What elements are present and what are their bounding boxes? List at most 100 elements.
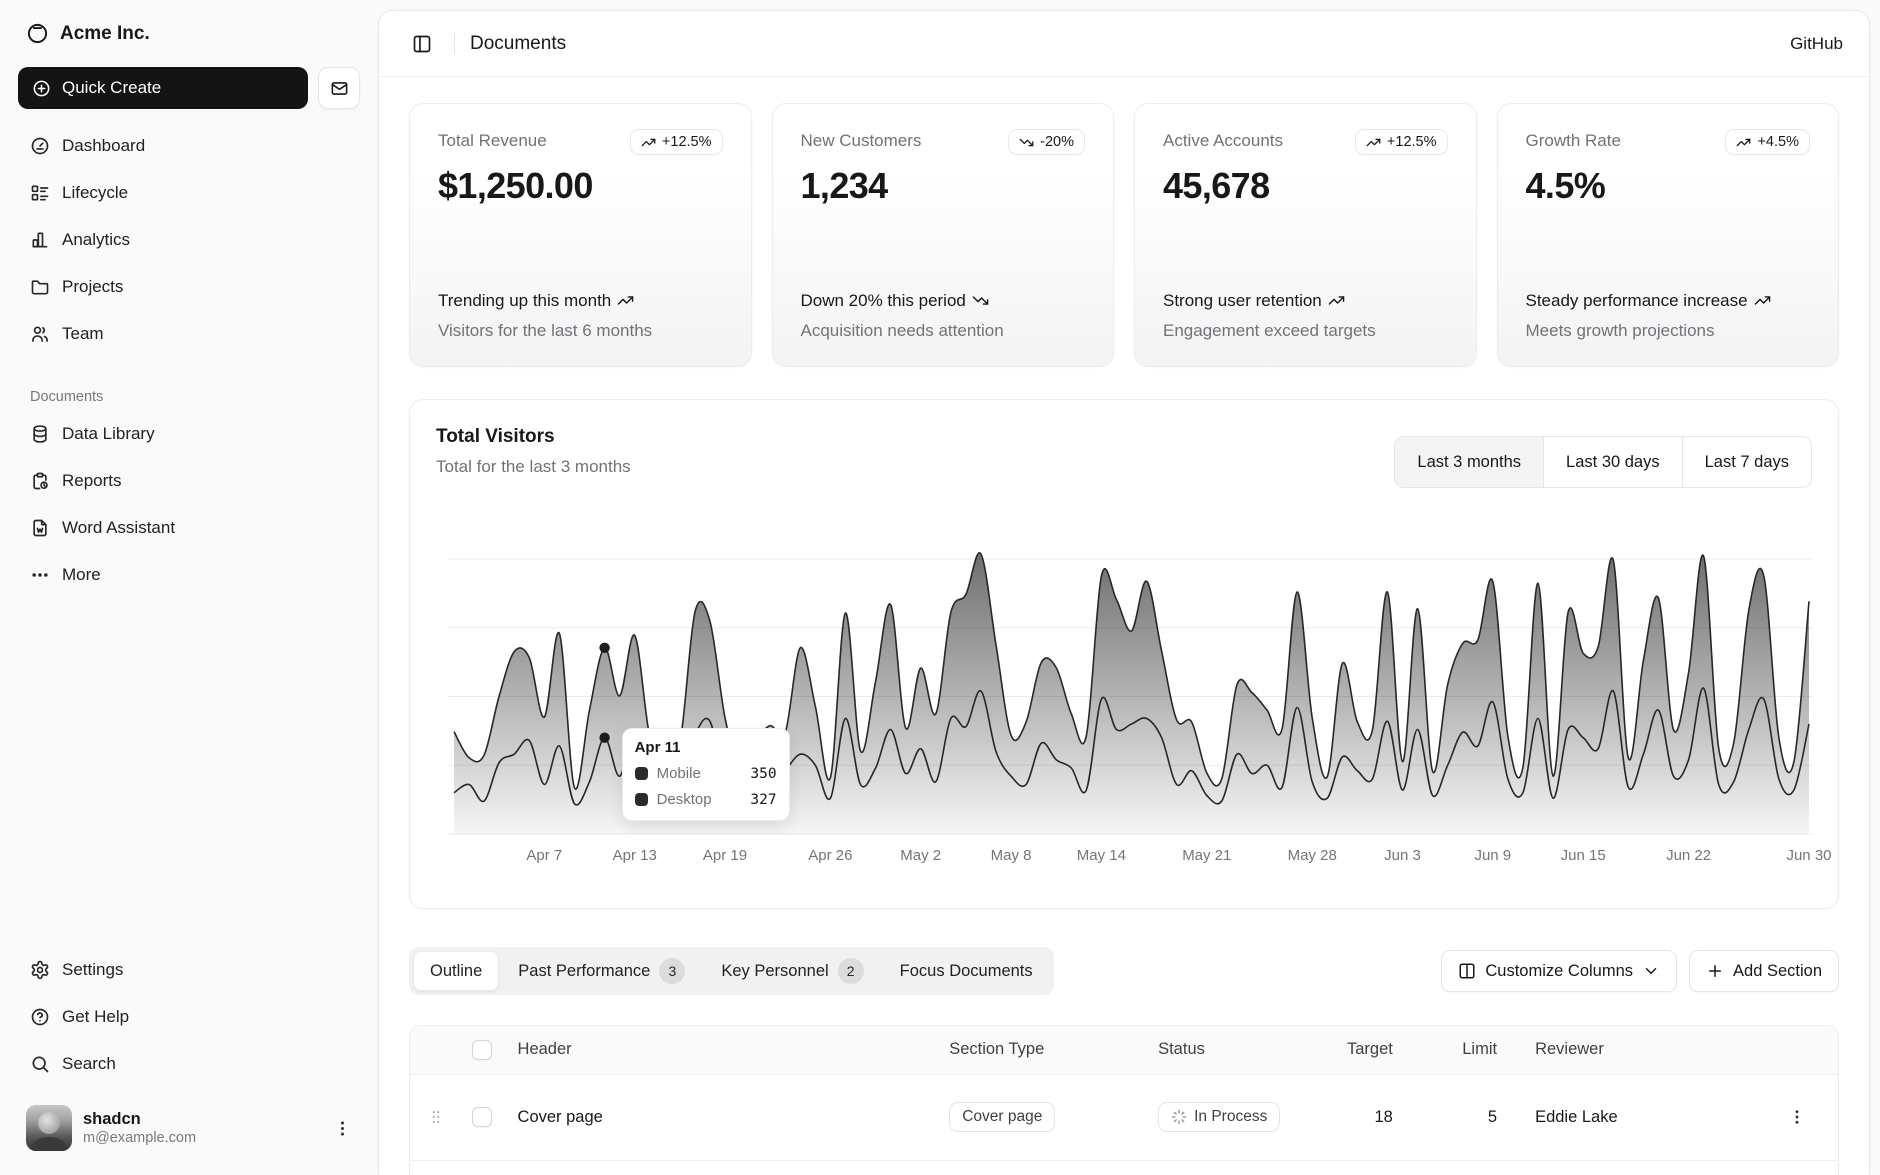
ellipsis-icon: [30, 565, 50, 585]
help-circle-icon: [30, 1007, 50, 1027]
sidebar-item-data-library[interactable]: Data Library: [18, 415, 360, 453]
svg-text:Jun 30: Jun 30: [1786, 847, 1831, 864]
tab-count-badge: 2: [838, 958, 864, 984]
svg-text:Apr 7: Apr 7: [526, 847, 562, 864]
main-panel: Documents GitHub Total Revenue +12.5% $1…: [378, 10, 1870, 1175]
row-checkbox[interactable]: [472, 1107, 492, 1127]
chart-tooltip: Apr 11 Mobile 350 Desktop 327: [622, 728, 790, 821]
desktop-series-swatch: [635, 793, 648, 806]
trend-badge: +12.5%: [1355, 129, 1448, 155]
cell-reviewer[interactable]: Eddie Lake: [1525, 1074, 1771, 1160]
main-content: Total Revenue +12.5% $1,250.00 Trending …: [379, 77, 1869, 1175]
stat-card-new-customers: New Customers -20% 1,234 Down 20% this p…: [772, 103, 1115, 367]
drag-handle-icon[interactable]: [420, 1108, 452, 1126]
main-header: Documents GitHub: [379, 11, 1869, 77]
brand-logo-icon: [26, 22, 49, 45]
stat-value: $1,250.00: [438, 165, 723, 207]
avatar: [26, 1105, 72, 1151]
gear-icon: [30, 960, 50, 980]
stat-card-growth-rate: Growth Rate +4.5% 4.5% Steady performanc…: [1497, 103, 1840, 367]
user-name: shadcn: [83, 1110, 196, 1129]
trending-down-icon: [1019, 135, 1034, 150]
page-title: Documents: [470, 33, 566, 55]
sidebar-item-reports[interactable]: Reports: [18, 462, 360, 500]
sidebar-nav-main: Dashboard Lifecycle Analytics Projects T…: [16, 127, 362, 353]
select-all-checkbox[interactable]: [472, 1040, 492, 1060]
trend-badge: +12.5%: [630, 129, 723, 155]
mail-icon: [330, 79, 349, 98]
area-chart[interactable]: Apr 7Apr 13Apr 19Apr 26May 2May 8May 14M…: [436, 548, 1812, 868]
tooltip-row-mobile: Mobile 350: [635, 765, 777, 782]
svg-text:Jun 15: Jun 15: [1561, 847, 1606, 864]
brand-name: Acme Inc.: [60, 23, 150, 45]
add-section-button[interactable]: Add Section: [1689, 950, 1839, 992]
svg-text:Jun 9: Jun 9: [1474, 847, 1511, 864]
trending-up-icon: [1366, 135, 1381, 150]
sidebar-item-lifecycle[interactable]: Lifecycle: [18, 174, 360, 212]
svg-text:Jun 3: Jun 3: [1384, 847, 1421, 864]
cell-target[interactable]: 18: [1337, 1074, 1421, 1160]
sidebar-item-analytics[interactable]: Analytics: [18, 221, 360, 259]
user-email: m@example.com: [83, 1130, 196, 1146]
svg-text:Apr 19: Apr 19: [703, 847, 747, 864]
tab-outline[interactable]: Outline: [413, 951, 499, 991]
svg-text:Apr 26: Apr 26: [808, 847, 852, 864]
cell-limit[interactable]: 24: [1421, 1160, 1525, 1175]
table-toolbar: Customize Columns Add Section: [1441, 950, 1839, 992]
sidebar-item-get-help[interactable]: Get Help: [18, 998, 360, 1036]
drag-column-header: [410, 1026, 462, 1074]
stat-label: New Customers: [801, 129, 922, 151]
sidebar-item-more[interactable]: More: [18, 556, 360, 594]
sidebar-item-team[interactable]: Team: [18, 315, 360, 353]
svg-text:May 28: May 28: [1288, 847, 1337, 864]
report-icon: [30, 471, 50, 491]
trending-up-icon: [641, 135, 656, 150]
tab-count-badge: 3: [659, 958, 685, 984]
tab-key-personnel[interactable]: Key Personnel2: [704, 951, 880, 991]
inbox-button[interactable]: [318, 67, 360, 109]
tab-focus-documents[interactable]: Focus Documents: [883, 951, 1050, 991]
file-word-icon: [30, 518, 50, 538]
section-type-badge: Cover page: [949, 1102, 1055, 1132]
list-details-icon: [30, 183, 50, 203]
mobile-series-swatch: [635, 767, 648, 780]
column-header: Reviewer: [1525, 1026, 1771, 1074]
cell-reviewer[interactable]: Eddie Lake: [1525, 1160, 1771, 1175]
quick-create-button[interactable]: Quick Create: [18, 67, 308, 109]
customize-columns-button[interactable]: Customize Columns: [1441, 950, 1677, 992]
stat-footer-desc: Acquisition needs attention: [801, 321, 1086, 341]
sidebar-item-projects[interactable]: Projects: [18, 268, 360, 306]
range-option-7-days[interactable]: Last 7 days: [1682, 437, 1811, 487]
user-menu[interactable]: shadcn m@example.com: [16, 1097, 362, 1159]
sidebar-toggle-button[interactable]: [405, 27, 439, 61]
sidebar-item-dashboard[interactable]: Dashboard: [18, 127, 360, 165]
cell-header[interactable]: Table of contents: [508, 1160, 940, 1175]
status-badge: In Process: [1158, 1102, 1280, 1132]
cell-target[interactable]: 29: [1337, 1160, 1421, 1175]
sidebar-item-search[interactable]: Search: [18, 1045, 360, 1083]
dashboard-gauge-icon: [30, 136, 50, 156]
range-option-30-days[interactable]: Last 30 days: [1543, 437, 1682, 487]
svg-text:May 2: May 2: [900, 847, 941, 864]
svg-text:May 8: May 8: [991, 847, 1032, 864]
cell-header[interactable]: Cover page: [508, 1074, 940, 1160]
column-header: Limit: [1421, 1026, 1525, 1074]
bar-chart-icon: [30, 230, 50, 250]
trending-up-icon: [1754, 292, 1771, 309]
columns-icon: [1458, 962, 1476, 980]
range-option-3-months[interactable]: Last 3 months: [1395, 437, 1543, 487]
sidebar-item-settings[interactable]: Settings: [18, 951, 360, 989]
trending-up-icon: [1736, 135, 1751, 150]
user-menu-dots-icon[interactable]: [333, 1119, 352, 1138]
tab-past-performance[interactable]: Past Performance3: [501, 951, 702, 991]
row-actions-button[interactable]: [1781, 1101, 1813, 1133]
stat-cards: Total Revenue +12.5% $1,250.00 Trending …: [409, 103, 1839, 367]
folder-icon: [30, 277, 50, 297]
sidebar-nav-footer: Settings Get Help Search: [16, 951, 362, 1083]
cell-limit[interactable]: 5: [1421, 1074, 1525, 1160]
github-link[interactable]: GitHub: [1790, 34, 1843, 54]
brand[interactable]: Acme Inc.: [16, 14, 362, 53]
trending-down-icon: [972, 292, 989, 309]
stat-label: Total Revenue: [438, 129, 547, 151]
sidebar-item-word-assistant[interactable]: Word Assistant: [18, 509, 360, 547]
